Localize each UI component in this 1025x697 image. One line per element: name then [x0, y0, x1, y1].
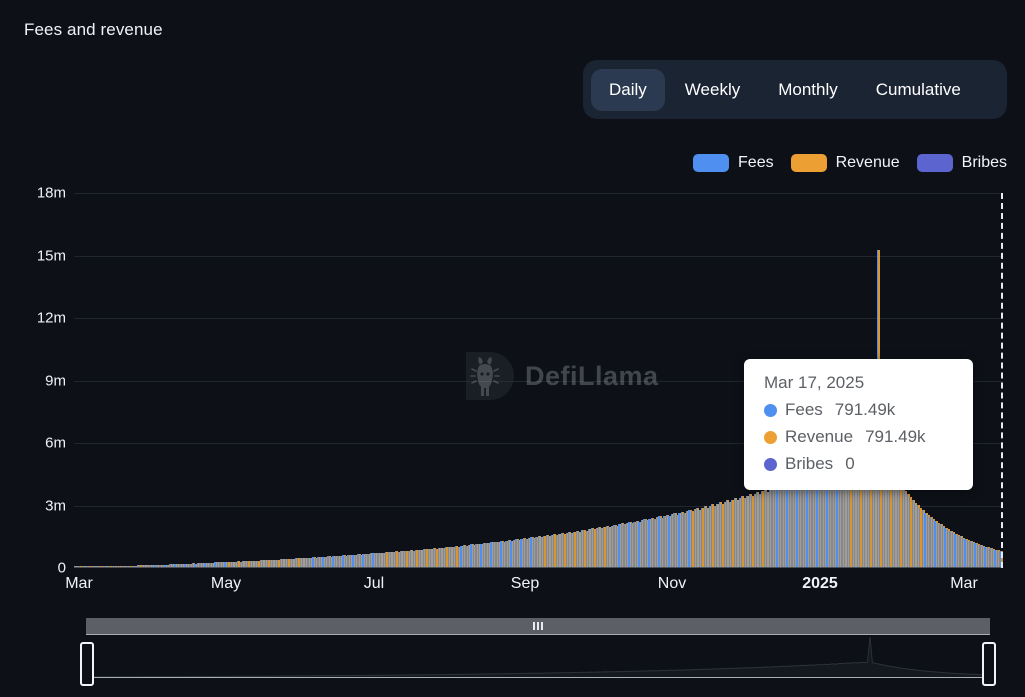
y-axis-tick-label: 9m: [45, 372, 66, 389]
tooltip-series-name: Fees: [785, 400, 823, 420]
x-axis-tick-label: Mar: [65, 575, 93, 593]
range-slider-handle-left[interactable]: [80, 642, 94, 686]
x-axis-tick-label: Jul: [364, 575, 384, 593]
legend-item-bribes[interactable]: Bribes: [917, 154, 1007, 172]
x-axis-tick-label: Sep: [511, 575, 539, 593]
tooltip-date: Mar 17, 2025: [764, 373, 955, 393]
chart-tooltip: Mar 17, 2025 Fees 791.49k Revenue 791.49k Br…: [744, 359, 973, 490]
current-date-marker: [1001, 193, 1003, 568]
y-axis-tick-label: 6m: [45, 435, 66, 452]
fees-revenue-chart-page: Fees and revenue DailyWeeklyMonthlyCumul…: [0, 0, 1025, 697]
tooltip-dot-fees-icon: [764, 404, 777, 417]
tooltip-series-value: 0: [845, 454, 854, 474]
y-axis-tick-label: 18m: [37, 185, 66, 202]
x-axis-labels: Mar May Jul Sep Nov 2025 Mar: [0, 575, 1025, 605]
legend-item-revenue[interactable]: Revenue: [791, 154, 900, 172]
x-axis-tick-label: Mar: [950, 575, 978, 593]
tooltip-series-value: 791.49k: [865, 427, 926, 447]
range-slider-sparkline: [86, 635, 990, 678]
legend-swatch-revenue-icon: [791, 154, 827, 172]
y-axis-tick-label: 3m: [45, 497, 66, 514]
x-axis-tick-label: Nov: [658, 575, 686, 593]
y-axis-tick-label: 15m: [37, 247, 66, 264]
legend-label: Revenue: [836, 154, 900, 172]
y-axis-tick-label: 12m: [37, 310, 66, 327]
chart-legend: Fees Revenue Bribes: [693, 154, 1007, 172]
drag-grip-icon: [533, 622, 543, 630]
range-slider-drag-bar[interactable]: [86, 618, 990, 634]
range-slider-handle-right[interactable]: [982, 642, 996, 686]
tooltip-series-name: Bribes: [785, 454, 833, 474]
y-axis-labels: 0 3m 6m 9m 12m 15m 18m: [0, 183, 66, 578]
tab-monthly[interactable]: Monthly: [760, 69, 856, 111]
legend-label: Fees: [738, 154, 774, 172]
x-axis-tick-label: 2025: [802, 575, 838, 593]
tab-daily[interactable]: Daily: [591, 69, 665, 111]
legend-label: Bribes: [962, 154, 1007, 172]
tooltip-row-revenue: Revenue 791.49k: [764, 427, 955, 447]
range-slider[interactable]: [74, 618, 1002, 686]
tooltip-series-name: Revenue: [785, 427, 853, 447]
legend-item-fees[interactable]: Fees: [693, 154, 774, 172]
page-title: Fees and revenue: [24, 20, 163, 40]
tooltip-rows: Fees 791.49k Revenue 791.49k Bribes 0: [764, 400, 955, 474]
tooltip-row-fees: Fees 791.49k: [764, 400, 955, 420]
x-axis-line: [74, 567, 1002, 568]
tab-cumulative[interactable]: Cumulative: [858, 69, 979, 111]
range-slider-track[interactable]: [86, 634, 990, 678]
x-axis-tick-label: May: [211, 575, 241, 593]
tab-weekly[interactable]: Weekly: [667, 69, 758, 111]
interval-tab-group: DailyWeeklyMonthlyCumulative: [583, 60, 1007, 119]
legend-swatch-bribes-icon: [917, 154, 953, 172]
tooltip-series-value: 791.49k: [835, 400, 896, 420]
tooltip-dot-bribes-icon: [764, 458, 777, 471]
y-axis-tick-label: 0: [58, 560, 66, 577]
tooltip-dot-revenue-icon: [764, 431, 777, 444]
tooltip-row-bribes: Bribes 0: [764, 454, 955, 474]
legend-swatch-fees-icon: [693, 154, 729, 172]
